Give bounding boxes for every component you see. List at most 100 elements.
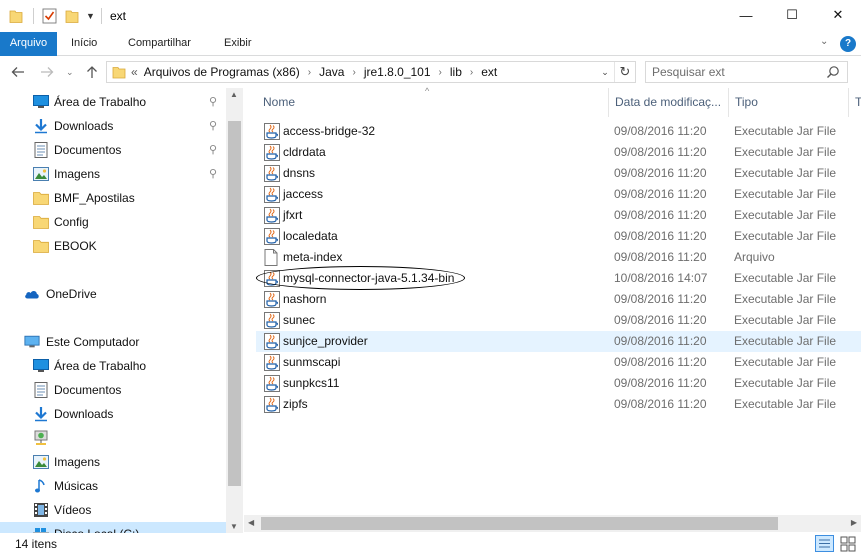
sidebar-item[interactable]: Este Computador [0,330,226,354]
breadcrumb-item[interactable]: ext [481,65,497,79]
file-row[interactable]: access-bridge-32 09/08/2016 11:20 Executab… [256,121,861,142]
breadcrumb-item[interactable]: lib [450,65,462,79]
minimize-button[interactable]: — [723,0,769,30]
refresh-icon[interactable]: ↻ [614,62,635,82]
properties-icon[interactable] [42,7,57,25]
window-title: ext [110,9,127,23]
sidebar-item[interactable]: OneDrive [0,282,226,306]
file-row[interactable]: jaccess 09/08/2016 11:20 Executable Jar Fi… [256,184,861,205]
breadcrumb-chevron-icon[interactable]: › [470,67,473,78]
document-icon [33,382,49,398]
jar-icon [264,144,280,161]
breadcrumb: « Arquivos de Programas (x86) › Java › j… [131,62,497,82]
sidebar-item[interactable]: Documentos ⚲ [0,138,226,162]
ribbon-tabs: Arquivo Início Compartilhar Exibir ⌄ ? [0,32,861,56]
file-type: Executable Jar File [734,166,837,180]
network-drive-icon [33,430,49,446]
scroll-up-arrow-icon[interactable]: ▲ [230,90,238,99]
sidebar-item[interactable]: Imagens ⚲ [0,162,226,186]
sidebar-item[interactable]: Downloads [0,402,226,426]
pin-icon[interactable]: ⚲ [209,143,217,156]
expand-ribbon-chevron-icon[interactable]: ⌄ [820,36,828,47]
file-row[interactable]: sunmscapi 09/08/2016 11:20 Executable Jar … [256,352,861,373]
scroll-left-arrow-icon[interactable]: ◀ [248,518,254,527]
sidebar-item[interactable]: Músicas [0,474,226,498]
pin-icon[interactable]: ⚲ [209,167,217,180]
file-row[interactable]: zipfs 09/08/2016 11:20 Executable Jar File [256,394,861,415]
scrollbar-thumb[interactable] [261,517,778,530]
close-button[interactable]: ✕ [815,0,861,30]
back-arrow-icon[interactable] [11,62,25,82]
file-row[interactable]: localedata 09/08/2016 11:20 Executable Jar… [256,226,861,247]
details-view-icon[interactable] [815,535,834,552]
column-header-name[interactable]: Nome [257,88,608,117]
file-list-horizontal-scrollbar[interactable]: ◀ ▶ [244,515,861,532]
scroll-down-arrow-icon[interactable]: ▼ [230,522,238,531]
file-modified-date: 09/08/2016 11:20 [614,166,707,180]
file-row[interactable]: dnsns 09/08/2016 11:20 Executable Jar File [256,163,861,184]
file-type: Executable Jar File [734,376,837,390]
file-row[interactable]: cldrdata 09/08/2016 11:20 Executable Jar F… [256,142,861,163]
column-header-size[interactable]: T [848,88,861,117]
breadcrumb-chevron-icon[interactable]: › [439,67,442,78]
column-header-date[interactable]: Data de modificaç... [608,88,728,117]
file-row[interactable]: sunec 09/08/2016 11:20 Executable Jar File [256,310,861,331]
file-row[interactable]: mysql-connector-java-5.1.34-bin 10/08/201… [256,268,861,289]
breadcrumb-overflow-button[interactable]: « [131,65,138,79]
file-row[interactable]: sunjce_provider 09/08/2016 11:20 Executabl… [256,331,861,352]
status-bar: 14 itens [0,533,861,555]
maximize-button[interactable]: ☐ [769,0,815,30]
breadcrumb-item[interactable]: Arquivos de Programas (x86) [144,65,300,79]
breadcrumb-item[interactable]: jre1.8.0_101 [364,65,431,79]
navigation-pane-scrollbar[interactable]: ▲ ▼ [226,88,243,533]
file-name: sunmscapi [283,355,341,369]
search-icon[interactable] [826,65,840,82]
breadcrumb-chevron-icon[interactable]: › [308,67,311,78]
sidebar-item[interactable]: Área de Trabalho ⚲ [0,90,226,114]
sidebar-item[interactable]: EBOOK [0,234,226,258]
sidebar-item-label: Documentos [54,383,122,397]
sidebar-item[interactable]: Disco Local (C:) [0,522,226,533]
sidebar-item-label: Músicas [54,479,99,493]
column-header-type[interactable]: Tipo [728,88,848,117]
tab-inicio[interactable]: Início [62,32,106,56]
sidebar-item[interactable]: Downloads ⚲ [0,114,226,138]
customize-toolbar-dropdown-icon[interactable]: ▼ [86,7,95,25]
file-row[interactable]: meta-index 09/08/2016 11:20 Arquivo [256,247,861,268]
sidebar-item[interactable]: Documentos [0,378,226,402]
new-folder-icon[interactable] [65,7,79,25]
pin-icon[interactable]: ⚲ [209,95,217,108]
sidebar-item[interactable]: Config [0,210,226,234]
sidebar-item[interactable] [0,426,226,450]
file-modified-date: 09/08/2016 11:20 [614,376,707,390]
jar-icon [264,354,280,371]
sidebar-item-label: Área de Trabalho [54,95,147,109]
tab-arquivo[interactable]: Arquivo [0,32,57,56]
sidebar-item[interactable]: BMF_Apostilas [0,186,226,210]
sidebar-item[interactable]: Área de Trabalho [0,354,226,378]
file-name: meta-index [283,250,343,264]
search-input[interactable] [652,64,822,80]
file-row[interactable]: sunpkcs11 09/08/2016 11:20 Executable Jar … [256,373,861,394]
scroll-right-arrow-icon[interactable]: ▶ [851,518,857,527]
recent-locations-dropdown-icon[interactable]: ⌄ [66,62,74,82]
breadcrumb-chevron-icon[interactable]: › [352,67,355,78]
address-bar[interactable]: « Arquivos de Programas (x86) › Java › j… [106,61,636,83]
help-button[interactable]: ? [840,36,856,52]
file-modified-date: 09/08/2016 11:20 [614,397,707,411]
sidebar-item[interactable]: Imagens [0,450,226,474]
tab-exibir[interactable]: Exibir [215,32,261,56]
address-dropdown-icon[interactable]: ⌄ [597,62,613,82]
scrollbar-thumb[interactable] [228,121,241,486]
up-arrow-icon[interactable] [86,62,98,82]
file-row[interactable]: jfxrt 09/08/2016 11:20 Executable Jar File [256,205,861,226]
file-row[interactable]: nashorn 09/08/2016 11:20 Executable Jar Fi… [256,289,861,310]
tab-compartilhar[interactable]: Compartilhar [119,32,200,56]
sidebar-item[interactable]: Vídeos [0,498,226,522]
forward-arrow-icon[interactable] [40,62,54,82]
large-icons-view-icon[interactable] [838,535,857,552]
search-box[interactable] [645,61,848,83]
breadcrumb-item[interactable]: Java [319,65,344,79]
file-name: dnsns [283,166,316,180]
pin-icon[interactable]: ⚲ [209,119,217,132]
